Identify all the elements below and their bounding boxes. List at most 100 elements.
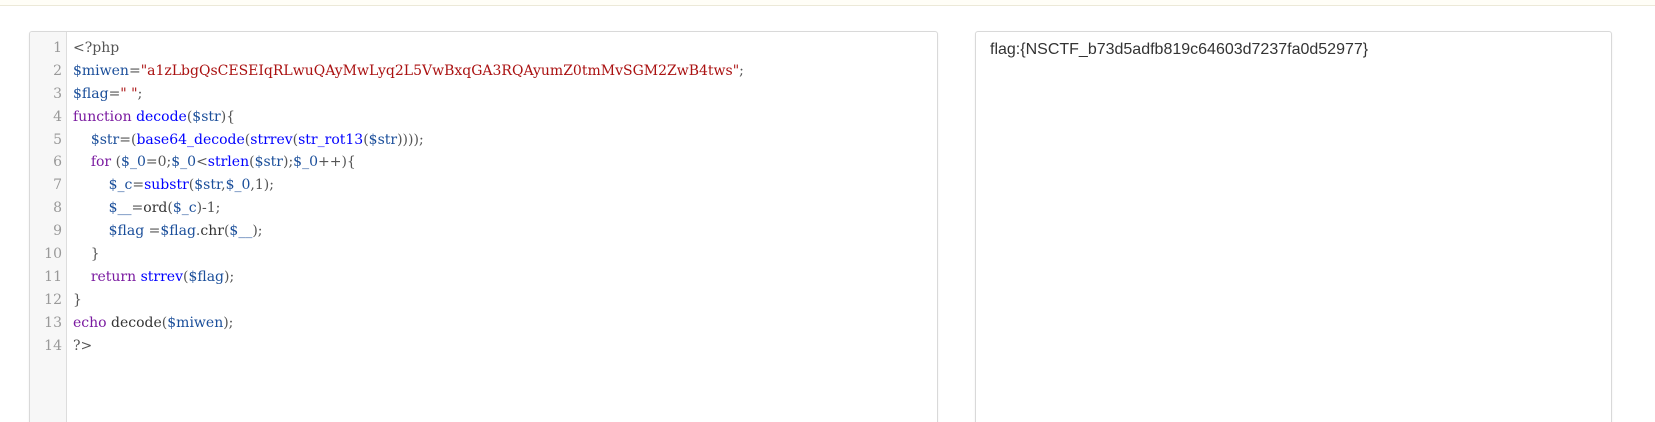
code-token: ); [223, 314, 234, 331]
line-number: 8 [53, 200, 62, 217]
code-token: ; [739, 62, 744, 79]
code-token: strrev [250, 131, 293, 148]
output-panel: flag:{NSCTF_b73d5adfb819c64603d7237fa0d5… [975, 31, 1612, 422]
line-number: 2 [53, 62, 62, 79]
code-token: chr [200, 223, 224, 240]
line-number: 11 [44, 268, 62, 285]
code-token: ); [282, 154, 294, 171]
code-token: return [90, 268, 137, 285]
code-token: $_0 [225, 177, 251, 194]
line-number: 10 [44, 246, 62, 263]
code-token: $flag [73, 85, 109, 102]
top-divider [0, 0, 1655, 6]
code-token: $miwen [167, 314, 224, 331]
code-line[interactable]: } [73, 289, 931, 312]
code-token: function [73, 108, 132, 125]
code-token: = [144, 223, 161, 240]
line-numbers: 1 2 3 4 5 6 7 8 9 10 11 12 13 14 [30, 37, 62, 357]
code-token: base64_decode [136, 131, 245, 148]
line-number: 14 [44, 337, 62, 354]
code-line[interactable]: $flag =$flag.chr($__); [73, 220, 931, 243]
code-token: =0; [145, 154, 172, 171]
code-token: str_rot13 [298, 131, 364, 148]
code-token: ); [252, 223, 263, 240]
code-token: strrev [140, 268, 183, 285]
code-token: "a1zLbgQsCESEIqRLwuQAyMwLyq2L5VwBxqGA3RQ… [140, 62, 740, 79]
code-token: } [73, 246, 100, 263]
code-token: $str [368, 131, 398, 148]
code-token: } [73, 291, 82, 308]
code-line[interactable]: $__=ord($_c)-1; [73, 197, 931, 220]
code-token: ++){ [318, 154, 356, 171]
code-token: $miwen [73, 62, 129, 79]
code-token: strlen [207, 154, 250, 171]
code-token: < [196, 154, 208, 171]
line-number: 3 [53, 85, 62, 102]
code-token: $_0 [121, 154, 146, 171]
line-number: 4 [53, 108, 62, 125]
code-line[interactable]: for ($_0=0;$_0<strlen($str);$_0++){ [73, 151, 931, 174]
code-editor[interactable]: 1 2 3 4 5 6 7 8 9 10 11 12 13 14 <?php $miwen="a1zLbgQ… [29, 31, 938, 422]
code-line[interactable]: } [73, 243, 931, 266]
line-number: 5 [53, 131, 62, 148]
code-token: = [108, 85, 121, 102]
code-line[interactable]: function decode($str){ [73, 106, 931, 129]
code-token: ; [137, 85, 143, 102]
code-token: $str [194, 177, 222, 194]
page: 1 2 3 4 5 6 7 8 9 10 11 12 13 14 <?php $miwen="a1zLbgQ… [0, 0, 1655, 422]
code-token: $flag [160, 223, 196, 240]
code-token: =( [119, 131, 137, 148]
code-token: = [131, 200, 144, 217]
code-token: )))); [397, 131, 424, 148]
code-line[interactable]: <?php [73, 37, 931, 60]
code-line[interactable]: return strrev($flag); [73, 266, 931, 289]
output-text: flag:{NSCTF_b73d5adfb819c64603d7237fa0d5… [990, 41, 1369, 58]
line-number-gutter: 1 2 3 4 5 6 7 8 9 10 11 12 13 14 [30, 32, 67, 422]
code-token: $str [90, 131, 120, 148]
code-line[interactable]: $_c=substr($str,$_0,1); [73, 174, 931, 197]
code-token: $_0 [293, 154, 318, 171]
code-token: = [128, 62, 141, 79]
code-token: decode [111, 314, 162, 331]
code-token: $_0 [171, 154, 197, 171]
code-area[interactable]: <?php $miwen="a1zLbgQsCESEIqRLwuQAyMwLyq2… [73, 37, 931, 357]
code-token: )-1; [196, 200, 221, 217]
code-token: ,1); [250, 177, 274, 194]
line-number: 1 [53, 40, 62, 56]
code-token: ); [224, 268, 235, 285]
code-line[interactable]: $miwen="a1zLbgQsCESEIqRLwuQAyMwLyq2L5VwB… [73, 60, 931, 83]
code-token: ord [143, 200, 168, 217]
code-token: $flag [108, 223, 145, 240]
code-token: ){ [220, 108, 236, 125]
line-number: 9 [53, 223, 62, 240]
line-number: 12 [44, 291, 62, 308]
code-token: $__ [108, 200, 132, 217]
code-token: " " [120, 85, 138, 102]
line-number: 6 [53, 154, 62, 171]
code-token: $flag [188, 268, 225, 285]
code-token: substr [144, 177, 189, 194]
code-token: ?> [73, 337, 93, 354]
code-token: $str [192, 108, 221, 125]
code-token: <?php [73, 40, 120, 56]
code-line[interactable]: $flag=" "; [73, 83, 931, 106]
code-line[interactable]: $str=(base64_decode(strrev(str_rot13($st… [73, 129, 931, 152]
code-token: for [90, 154, 112, 171]
code-token: $__ [229, 223, 253, 240]
code-token: decode [136, 108, 187, 125]
code-token: $str [254, 154, 283, 171]
line-number: 7 [53, 177, 62, 194]
code-line[interactable]: ?> [73, 335, 931, 358]
code-token: $_c [172, 200, 197, 217]
code-token: echo [73, 314, 107, 331]
code-token: = [132, 177, 145, 194]
code-token: ( [111, 154, 122, 171]
code-line[interactable]: echo decode($miwen); [73, 312, 931, 335]
line-number: 13 [44, 314, 62, 331]
